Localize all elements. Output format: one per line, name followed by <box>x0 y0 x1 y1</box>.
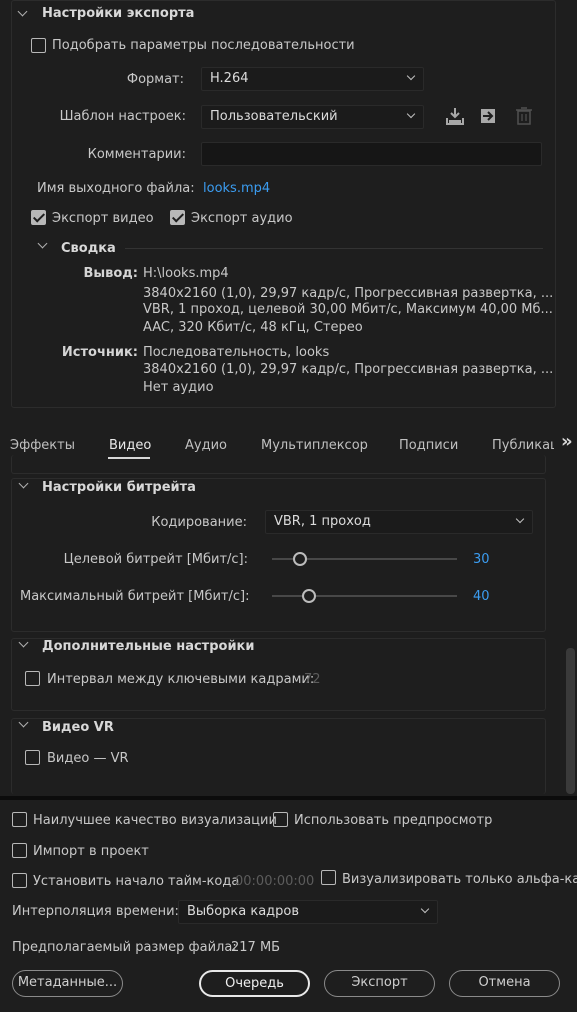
keyframe-checkbox[interactable] <box>25 671 40 686</box>
max-bitrate-value[interactable]: 40 <box>473 589 490 604</box>
render-alpha-only-checkbox[interactable] <box>321 870 336 885</box>
import-preset-icon[interactable] <box>478 106 500 126</box>
tab-audio[interactable]: Аудио <box>185 438 227 453</box>
time-interp-value: Выборка кадров <box>187 904 300 919</box>
summary-source-line: 3840x2160 (1,0), 29,97 кадр/с, Прогресси… <box>143 362 554 377</box>
summary-output-line: H:\looks.mp4 <box>143 266 229 281</box>
tab-publish[interactable]: Публикац <box>492 438 554 453</box>
summary-output-line: AAC, 320 Кбит/с, 48 кГц, Стерео <box>143 320 363 335</box>
target-bitrate-label: Целевой битрейт [Мбит/с]: <box>63 552 248 567</box>
preset-value: Пользовательский <box>210 109 338 124</box>
bitrate-title: Настройки битрейта <box>42 480 196 495</box>
summary-output-line: 3840x2160 (1,0), 29,97 кадр/с, Прогресси… <box>143 286 554 301</box>
file-size-value: 217 МБ <box>231 940 281 955</box>
max-render-quality-checkbox[interactable] <box>12 812 27 827</box>
max-bitrate-slider[interactable] <box>302 589 316 603</box>
chevron-down-icon <box>420 904 430 914</box>
file-size-label: Предполагаемый размер файла: <box>12 940 237 955</box>
tab-effects[interactable]: Эффекты <box>10 438 75 453</box>
max-bitrate-label: Максимальный битрейт [Мбит/с]: <box>20 589 250 604</box>
max-render-quality-label: Наилучшее качество визуализации <box>33 813 277 828</box>
settings-scrollbar[interactable] <box>566 648 575 794</box>
export-button[interactable]: Экспорт <box>324 970 435 997</box>
set-start-timecode-label: Установить начало тайм-кода <box>33 874 240 889</box>
export-audio-checkbox[interactable] <box>170 210 185 225</box>
match-sequence-label: Подобрать параметры последовательности <box>52 38 355 53</box>
chevron-down-icon <box>515 514 525 524</box>
encoding-value: VBR, 1 проход <box>274 514 371 529</box>
time-interp-select[interactable]: Выборка кадров <box>178 900 438 924</box>
export-audio-label: Экспорт аудио <box>191 211 293 226</box>
max-bitrate-track[interactable] <box>272 595 457 597</box>
time-interp-label: Интерполяция времени: <box>12 904 179 919</box>
match-sequence-checkbox[interactable] <box>31 38 46 53</box>
keyframe-label: Интервал между ключевыми кадрами: <box>47 672 315 687</box>
save-preset-icon[interactable] <box>444 106 466 126</box>
comments-label: Комментарии: <box>87 147 186 162</box>
format-select[interactable]: H.264 <box>201 67 424 91</box>
advanced-title: Дополнительные настройки <box>42 639 255 654</box>
tab-video[interactable]: Видео <box>109 438 151 453</box>
preset-label: Шаблон настроек: <box>59 109 186 124</box>
target-bitrate-slider[interactable] <box>292 552 307 566</box>
tab-multiplexer[interactable]: Мультиплексор <box>261 438 368 453</box>
vr-title: Видео VR <box>42 720 114 735</box>
keyframe-value[interactable]: 72 <box>304 672 321 687</box>
delete-preset-icon[interactable] <box>515 106 533 126</box>
summary-output-line: VBR, 1 проход, целевой 30,00 Мбит/с, Мак… <box>143 302 553 317</box>
export-video-label: Экспорт видео <box>52 211 154 226</box>
target-bitrate-value[interactable]: 30 <box>473 552 490 567</box>
output-name-link[interactable]: looks.mp4 <box>203 181 270 196</box>
tab-captions[interactable]: Подписи <box>399 438 458 453</box>
encoding-label: Кодирование: <box>151 515 247 530</box>
format-value: H.264 <box>210 71 249 86</box>
queue-button[interactable]: Очередь <box>199 970 310 997</box>
summary-title: Сводка <box>61 241 116 256</box>
comments-input[interactable] <box>201 142 542 166</box>
output-name-label: Имя выходного файла: <box>37 181 195 196</box>
prev-section-tail <box>11 455 546 474</box>
export-video-checkbox[interactable] <box>31 210 46 225</box>
cancel-button[interactable]: Отмена <box>449 970 560 997</box>
use-previews-label: Использовать предпросмотр <box>294 813 493 828</box>
summary-source-line: Нет аудио <box>143 380 214 395</box>
summary-output-label: Вывод: <box>83 266 138 281</box>
use-previews-checkbox[interactable] <box>273 812 288 827</box>
preset-select[interactable]: Пользовательский <box>201 105 424 129</box>
vr-label: Видео — VR <box>47 751 129 766</box>
timecode-value[interactable]: 00:00:00:00 <box>235 874 314 889</box>
summary-source-line: Последовательность, looks <box>143 345 330 360</box>
import-into-project-checkbox[interactable] <box>12 843 27 858</box>
format-label: Формат: <box>126 72 184 87</box>
vr-checkbox[interactable] <box>25 750 40 765</box>
chevron-down-icon <box>406 71 416 81</box>
bottom-separator <box>0 796 577 800</box>
render-alpha-only-label: Визуализировать только альфа-кана <box>342 872 577 887</box>
export-settings-title: Настройки экспорта <box>42 6 195 21</box>
import-into-project-label: Импорт в проект <box>33 844 149 859</box>
encoding-select[interactable]: VBR, 1 проход <box>265 510 533 534</box>
set-start-timecode-checkbox[interactable] <box>12 873 27 888</box>
metadata-button[interactable]: Метаданные... <box>12 970 123 997</box>
summary-divider <box>125 248 543 249</box>
summary-source-label: Источник: <box>61 345 138 360</box>
tabs-more-icon[interactable]: » <box>561 431 573 452</box>
chevron-down-icon <box>406 109 416 119</box>
